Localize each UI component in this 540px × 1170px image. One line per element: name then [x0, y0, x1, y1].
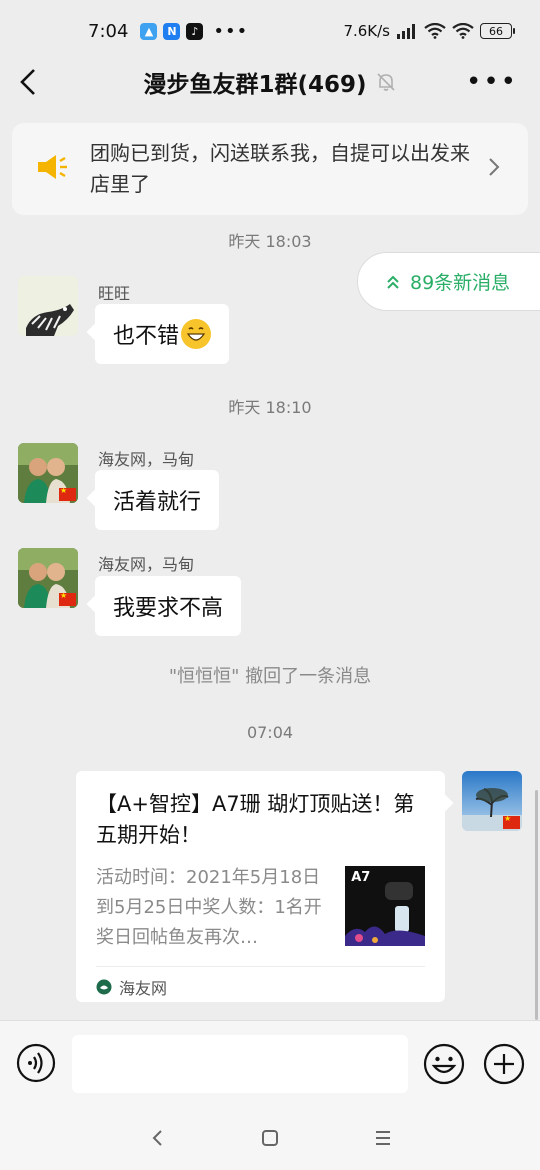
chat-title: 漫步鱼友群1群(469) [143, 72, 367, 98]
menu-lines-icon [376, 1131, 391, 1145]
timestamp: 昨天 18:10 [228, 398, 312, 417]
battery-icon: 66 [480, 23, 515, 39]
system-home-button[interactable] [255, 1123, 285, 1153]
china-flag-icon [59, 486, 76, 501]
message-bubble[interactable]: 活着就行 [95, 470, 220, 530]
scrollbar[interactable] [535, 790, 538, 1020]
tiktok-app-icon: ♪ [186, 22, 204, 40]
link-card[interactable]: 【A+智控】A7珊 瑚灯顶贴送！第五期开始！ 活动时间：2021年5月18日到5… [76, 771, 445, 1002]
wifi-icon-2 [452, 23, 474, 39]
avatar[interactable] [18, 443, 78, 503]
smile-icon [423, 1043, 465, 1085]
input-bar [0, 1020, 540, 1106]
message-text: 活着就行 [113, 490, 202, 515]
emoji-button[interactable] [423, 1043, 465, 1085]
message-bubble[interactable]: 也不错 [95, 304, 230, 364]
system-menu-button[interactable] [368, 1123, 398, 1153]
new-messages-label: 89条新消息 [410, 272, 511, 294]
message-input[interactable] [72, 1035, 408, 1093]
voice-input-button[interactable] [16, 1043, 56, 1083]
status-time: 7:04 [88, 20, 129, 42]
more-functions-button[interactable] [483, 1043, 525, 1085]
status-bar: 7:04 ▲ N ♪ ••• 7.6K/s 66 [0, 0, 540, 62]
message-text: 我要求不高 [113, 596, 224, 621]
card-source-name: 海友网 [119, 979, 168, 998]
voice-icon [16, 1043, 56, 1083]
chevron-left-icon [152, 1130, 162, 1146]
plus-icon [483, 1043, 525, 1085]
my-avatar[interactable] [462, 771, 522, 831]
wifi-icon [424, 23, 446, 39]
china-flag-icon [503, 814, 520, 829]
card-title: 【A+智控】A7珊 瑚灯顶贴送！第五期开始！ [96, 792, 415, 847]
more-notifications-icon: ••• [213, 20, 249, 42]
chat-header: 漫步鱼友群1群(469) ••• [0, 62, 540, 102]
more-options-button[interactable]: ••• [466, 66, 518, 98]
system-back-button[interactable] [142, 1123, 172, 1153]
signal-icon [397, 24, 415, 39]
sender-name: 旺旺 [98, 284, 131, 303]
mute-bell-icon [376, 73, 395, 91]
chevron-left-icon [20, 69, 35, 95]
card-source: 海友网 [96, 966, 425, 999]
message-bubble[interactable]: 我要求不高 [95, 576, 242, 636]
square-icon [261, 1130, 278, 1146]
double-chevron-up-icon [387, 275, 399, 289]
network-speed: 7.6K/s [343, 22, 390, 40]
source-logo-icon [96, 979, 112, 995]
china-flag-icon [59, 591, 76, 606]
notice-text: 团购已到货，闪送联系我，自提可以出发来店里了 [90, 141, 470, 196]
timestamp: 07:04 [246, 723, 294, 742]
gallery-app-icon: ▲ [140, 22, 158, 40]
sender-name: 海友网，马甸 [98, 450, 195, 469]
new-messages-button[interactable]: 89条新消息 [357, 252, 540, 311]
message-text: 也不错 [113, 324, 180, 349]
group-notice[interactable]: 团购已到货，闪送联系我，自提可以出发来店里了 [12, 123, 528, 215]
grin-emoji-icon [181, 319, 212, 349]
chevron-right-icon [488, 157, 502, 181]
news-app-icon: N [163, 22, 181, 40]
zebra-avatar-image [18, 276, 78, 336]
back-button[interactable] [18, 64, 42, 100]
recall-notice: "恒恒恒" 撤回了一条消息 [168, 666, 372, 687]
sender-name: 海友网，马甸 [98, 555, 195, 574]
megaphone-icon [36, 152, 76, 186]
card-thumbnail: A7 [345, 866, 425, 946]
card-description: 活动时间：2021年5月18日到5月25日中奖人数：1名开奖日回帖鱼友再次… [96, 867, 322, 948]
timestamp: 昨天 18:03 [228, 232, 312, 251]
avatar[interactable] [18, 548, 78, 608]
avatar[interactable] [18, 276, 78, 336]
system-navigation-bar [0, 1106, 540, 1170]
